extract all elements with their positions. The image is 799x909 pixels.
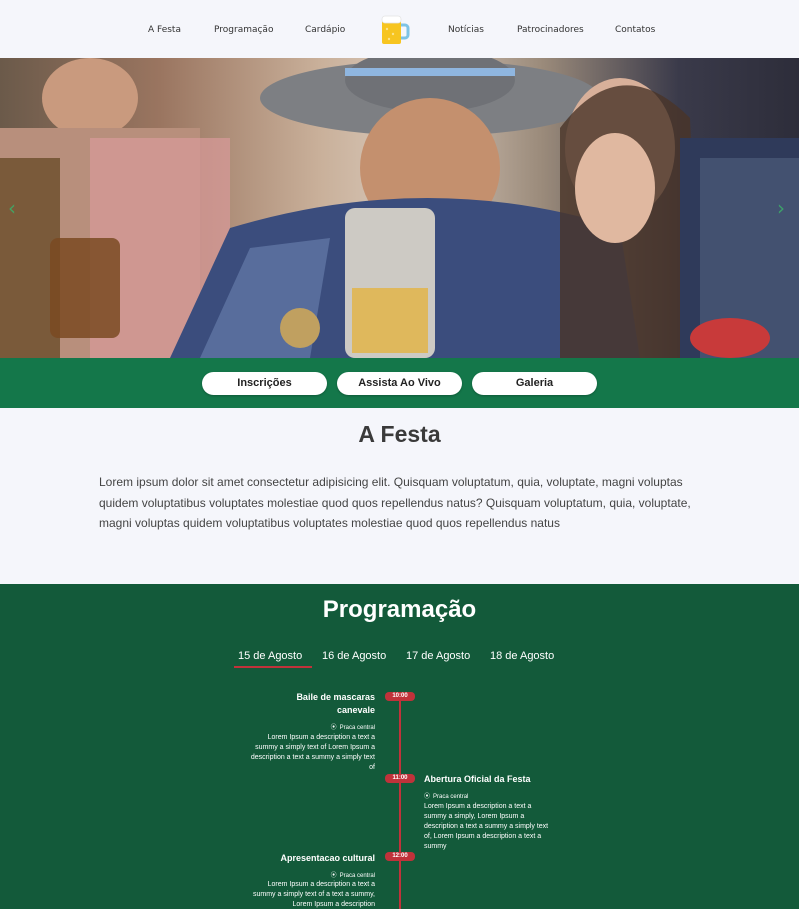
event-place-label: Praca central xyxy=(433,794,469,800)
event-description: Lorem Ipsum a description a text a summy… xyxy=(424,803,549,850)
location-pin-icon: ⦿ xyxy=(330,725,337,731)
hero-photo xyxy=(0,58,799,358)
nav-link-noticias[interactable]: Notícias xyxy=(448,25,484,35)
beer-mug-icon[interactable] xyxy=(380,14,410,46)
nav-link-a-festa[interactable]: A Festa xyxy=(148,25,181,35)
tab-15-agosto[interactable]: 15 de Agosto xyxy=(238,650,302,662)
event-title: Apresentacao cultural xyxy=(280,853,375,863)
event-place: ⦿ Praca central xyxy=(275,870,375,879)
event-description: Lorem Ipsum a description a text a summy… xyxy=(252,881,375,908)
event-title: Baile de mascaras canevale xyxy=(296,692,375,715)
event-time-badge: 11:00 xyxy=(385,774,415,783)
location-pin-icon: ⦿ xyxy=(330,873,337,879)
festa-title: A Festa xyxy=(358,421,441,447)
galeria-button[interactable]: Galeria xyxy=(472,372,597,395)
programacao-section: Programação 15 de Agosto 16 de Agosto 17… xyxy=(0,584,799,909)
programacao-title: Programação xyxy=(322,596,477,623)
tab-17-agosto[interactable]: 17 de Agosto xyxy=(406,650,470,662)
event-time-badge: 12:00 xyxy=(385,852,415,861)
timeline-line xyxy=(399,694,401,909)
assista-ao-vivo-button[interactable]: Assista Ao Vivo xyxy=(337,372,462,395)
event-place: ⦿ Praca central xyxy=(424,791,468,800)
festa-description: Lorem ipsum dolor sit amet consectetur a… xyxy=(99,475,691,530)
tab-18-agosto[interactable]: 18 de Agosto xyxy=(490,650,554,662)
tab-16-agosto[interactable]: 16 de Agosto xyxy=(322,650,386,662)
event-description: Lorem Ipsum a description a text a summy… xyxy=(250,734,375,771)
inscricoes-button[interactable]: Inscrições xyxy=(202,372,327,395)
event-place-label: Praca central xyxy=(339,725,375,731)
event-place-label: Praca central xyxy=(339,873,375,879)
nav-link-cardapio[interactable]: Cardápio xyxy=(305,25,345,35)
active-tab-indicator xyxy=(234,666,312,668)
nav-link-programacao[interactable]: Programação xyxy=(214,25,273,35)
event-title: Abertura Oficial da Festa xyxy=(424,774,531,784)
nav-link-contatos[interactable]: Contatos xyxy=(615,25,655,35)
location-pin-icon: ⦿ xyxy=(424,794,431,800)
chevron-left-icon[interactable]: ‹ xyxy=(8,196,16,220)
nav-link-patrocinadores[interactable]: Patrocinadores xyxy=(517,25,584,35)
event-time-badge: 10:00 xyxy=(385,692,415,701)
chevron-right-icon[interactable]: › xyxy=(777,196,785,220)
cta-bar: Inscrições Assista Ao Vivo Galeria xyxy=(0,358,799,408)
hero-carousel: ‹ › xyxy=(0,58,799,358)
top-navigation: A Festa Programação Cardápio Notícias Pa… xyxy=(0,0,799,58)
event-place: ⦿ Praca central xyxy=(275,722,375,731)
